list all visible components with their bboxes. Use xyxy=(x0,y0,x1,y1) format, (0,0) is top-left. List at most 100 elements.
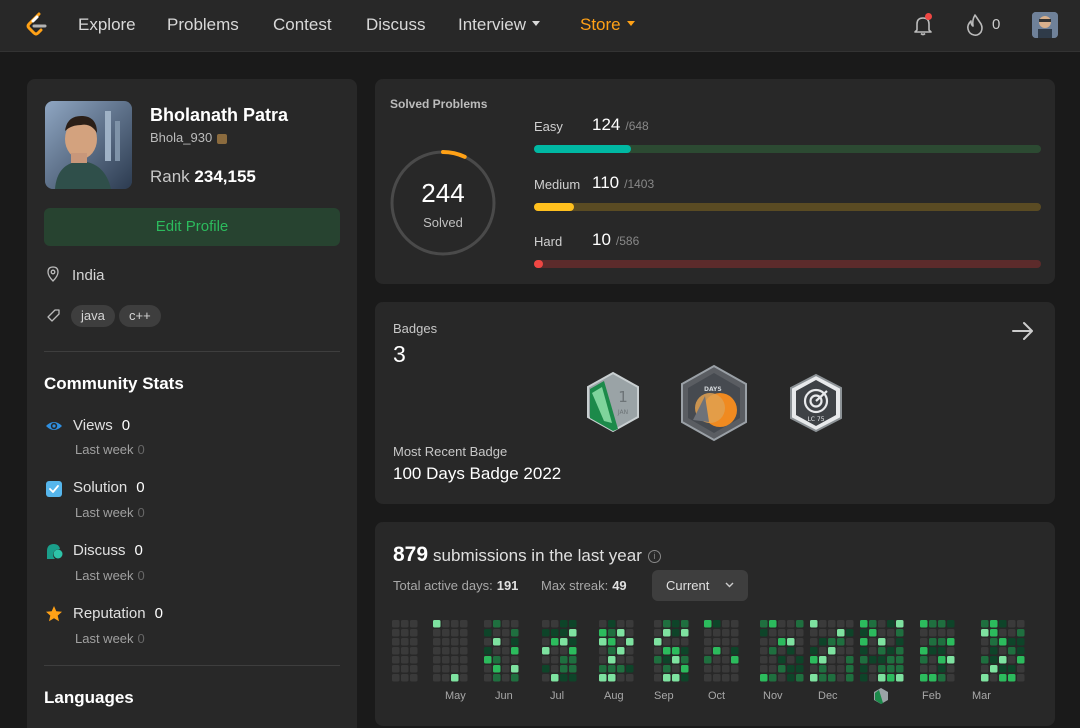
heatmap-cell xyxy=(920,674,928,682)
views-last-week-value: 0 xyxy=(137,442,145,457)
heatmap-cell xyxy=(626,674,634,682)
heatmap-cell xyxy=(626,638,634,646)
heatmap-cell xyxy=(878,674,886,682)
heatmap-cell xyxy=(938,647,946,655)
info-icon[interactable]: i xyxy=(647,550,661,564)
discuss-last-week-label: Last week xyxy=(75,568,134,583)
fire-icon[interactable] xyxy=(964,13,986,37)
heatmap-cell xyxy=(778,656,786,664)
heatmap-cell xyxy=(846,665,854,673)
heatmap-cell xyxy=(878,647,886,655)
heatmap-cell xyxy=(896,665,904,673)
heatmap-cell xyxy=(819,656,827,664)
heatmap-cell xyxy=(608,647,616,655)
heatmap-cell xyxy=(999,665,1007,673)
heatmap-cell xyxy=(493,656,501,664)
heatmap-cell xyxy=(938,629,946,637)
heatmap-cell xyxy=(1008,629,1016,637)
heatmap-cell xyxy=(484,647,492,655)
heatmap-cell xyxy=(810,656,818,664)
easy-count: 124/648 xyxy=(592,115,649,135)
jan-badge-icon[interactable]: 1 JAN xyxy=(584,371,642,433)
heatmap-cell xyxy=(1008,674,1016,682)
lc75-badge-icon[interactable]: LC 75 xyxy=(788,373,844,433)
edit-profile-button[interactable]: Edit Profile xyxy=(44,208,340,246)
heatmap-cell xyxy=(731,647,739,655)
heatmap-cell xyxy=(860,647,868,655)
heatmap-cell xyxy=(460,674,468,682)
heatmap-cell xyxy=(896,638,904,646)
leetcode-logo-icon[interactable] xyxy=(24,12,50,38)
heatmap-cell xyxy=(542,620,550,628)
heatmap-cell xyxy=(999,620,1007,628)
heatmap-cell xyxy=(433,638,441,646)
nav-discuss[interactable]: Discuss xyxy=(366,15,426,35)
heatmap-cell xyxy=(713,665,721,673)
hard-count: 10/586 xyxy=(592,230,639,250)
heatmap-cell xyxy=(778,647,786,655)
discuss-stat: Discuss 0 xyxy=(73,542,143,559)
heatmap-cell xyxy=(569,674,577,682)
heatmap-cell xyxy=(451,674,459,682)
heatmap-cell xyxy=(451,629,459,637)
heatmap-cell xyxy=(392,638,400,646)
heatmap-cell xyxy=(484,629,492,637)
chevron-down-icon xyxy=(725,582,734,588)
heatmap-cell xyxy=(981,656,989,664)
skill-tag-cpp[interactable]: c++ xyxy=(119,305,161,327)
heatmap-cell xyxy=(819,620,827,628)
heatmap-cell xyxy=(796,638,804,646)
profile-name: Bholanath Patra xyxy=(150,105,289,125)
discuss-last-week-value: 0 xyxy=(137,568,145,583)
nav-explore[interactable]: Explore xyxy=(78,15,136,35)
heatmap-cell xyxy=(433,620,441,628)
heatmap-cell xyxy=(887,656,895,664)
heatmap-cell xyxy=(1017,674,1025,682)
heatmap-cell xyxy=(569,647,577,655)
month-label: Dec xyxy=(818,690,838,702)
heatmap-cell xyxy=(551,647,559,655)
nav-problems[interactable]: Problems xyxy=(167,15,239,35)
heatmap-cell xyxy=(493,638,501,646)
heatmap-cell xyxy=(442,638,450,646)
heatmap-cell xyxy=(787,674,795,682)
solved-problems-card: Solved Problems 244 Solved Easy 124/648 … xyxy=(375,79,1055,284)
heatmap-cell xyxy=(990,656,998,664)
100-days-badge-icon[interactable]: DAYS xyxy=(679,364,749,442)
heatmap-cell xyxy=(947,656,955,664)
range-select-dropdown[interactable]: Current xyxy=(652,570,748,601)
heatmap-cell xyxy=(401,629,409,637)
heatmap-cell xyxy=(511,656,519,664)
heatmap-cell xyxy=(560,656,568,664)
heatmap-cell xyxy=(704,629,712,637)
heatmap-cell xyxy=(713,674,721,682)
heatmap-cell xyxy=(938,674,946,682)
skill-tag-java[interactable]: java xyxy=(71,305,115,327)
user-avatar[interactable] xyxy=(1032,12,1058,38)
heatmap-cell xyxy=(769,620,777,628)
month-label: Oct xyxy=(708,690,726,702)
heatmap-cell xyxy=(451,620,459,628)
heatmap-cell xyxy=(654,647,662,655)
heatmap-cell xyxy=(1008,647,1016,655)
star-icon xyxy=(46,606,62,622)
heatmap-cell xyxy=(442,647,450,655)
heatmap-cell xyxy=(869,620,877,628)
arrow-right-icon[interactable] xyxy=(1011,320,1035,342)
heatmap-cell xyxy=(626,665,634,673)
jan-badge-number: 1 xyxy=(618,388,628,406)
heatmap-cell xyxy=(722,638,730,646)
chevron-down-icon xyxy=(532,21,541,27)
heatmap-cell xyxy=(460,647,468,655)
nav-interview[interactable]: Interview xyxy=(458,15,541,35)
heatmap-cell xyxy=(887,647,895,655)
month-label: Sep xyxy=(654,690,674,702)
heatmap-cell xyxy=(442,656,450,664)
heatmap-cell xyxy=(608,674,616,682)
max-streak-value: 49 xyxy=(612,578,627,593)
nav-contest[interactable]: Contest xyxy=(273,15,332,35)
heatmap-cell xyxy=(860,665,868,673)
medium-count: 110/1403 xyxy=(592,173,654,193)
heatmap-cell xyxy=(828,674,836,682)
nav-store[interactable]: Store xyxy=(580,15,635,35)
